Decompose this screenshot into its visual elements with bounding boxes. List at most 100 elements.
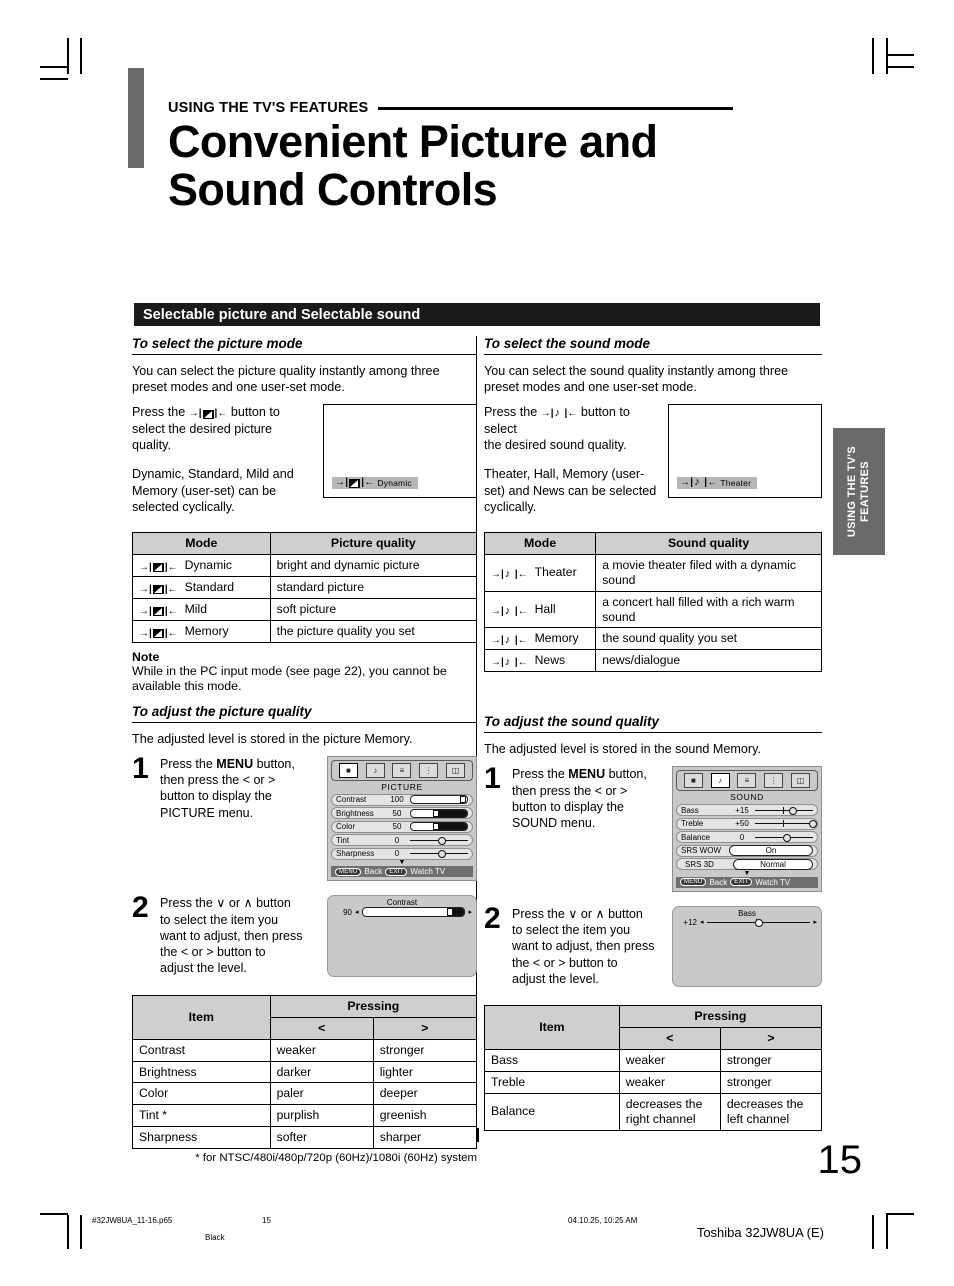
osd-row-tint[interactable]: Tint 0 — [331, 834, 473, 847]
osd-value-sharpness: 0 — [394, 849, 400, 859]
osd-slider-balance[interactable] — [755, 833, 813, 842]
osd-menu-key[interactable]: MENU — [680, 878, 707, 887]
picture-mode-col-quality: Picture quality — [269, 531, 478, 555]
osd-setup-tab-icon[interactable]: ⋮ — [419, 762, 439, 778]
sound-mode-icon: →| ♪ |← — [491, 656, 528, 669]
picture-cycle-l3: selected cyclically. — [132, 500, 235, 515]
pressing-item: Bass — [484, 1049, 620, 1073]
crop-mark-tr-h2 — [886, 54, 914, 56]
osd-popup-bass-row[interactable]: +12 ◂ ▸ — [677, 918, 817, 927]
osd-row-treble[interactable]: Treble +50 — [676, 817, 818, 830]
pressing-right: stronger — [719, 1049, 823, 1073]
osd-picture-tab-icon[interactable]: ■ — [338, 762, 358, 778]
osd-value-srs-3d[interactable]: Normal — [733, 858, 813, 870]
pressing-left: paler — [269, 1082, 374, 1106]
osd-label-srs-wow: SRS WOW — [681, 846, 721, 856]
picture-press-l3: quality. — [132, 438, 171, 453]
table-row: Treble weaker stronger — [484, 1071, 823, 1094]
osd-popup-contrast-row[interactable]: 90 ◂ ▸ — [332, 907, 472, 918]
osd-sound-tab-icon[interactable]: ♪ — [365, 762, 385, 778]
crop-mark-bl-v — [67, 1215, 69, 1249]
osd-setup-tab-icon[interactable]: ⋮ — [764, 773, 784, 789]
osd-row-brightness[interactable]: Brightness 50 — [331, 807, 473, 820]
sound-adjust-heading: To adjust the sound quality — [484, 714, 822, 734]
osd-chip-picture-mode: →| |← Dynamic — [332, 477, 418, 490]
sound-mode-col-mode: Mode — [483, 531, 597, 555]
osd-exit-key[interactable]: EXIT — [730, 878, 753, 887]
sound-step-1-text: Press the MENU button, then press the < … — [512, 766, 664, 892]
osd-back-label: Back — [364, 867, 383, 877]
osd-channel-tab-icon[interactable]: ≡ — [392, 762, 412, 778]
footer-timestamp: 04.10.25, 10:25 AM — [568, 1216, 638, 1225]
crop-mark-tr-v2 — [886, 38, 888, 74]
picture-mode-cell: →| |← Memory — [132, 619, 271, 643]
crop-mark-tr-h — [886, 66, 914, 68]
osd-row-bass[interactable]: Bass +15 — [676, 804, 818, 817]
picture-mode-table: Mode Picture quality →| |← Dynamic bright … — [132, 531, 478, 643]
osd-popup-bass-slider[interactable] — [706, 918, 811, 927]
osd-slider-bass[interactable] — [755, 806, 813, 815]
osd-function-tab-icon[interactable]: ◫ — [446, 762, 466, 778]
osd-value-srs-wow[interactable]: On — [729, 845, 813, 857]
osd-menu-key[interactable]: MENU — [335, 867, 362, 876]
osd-sound-tab-icon[interactable]: ♪ — [710, 773, 730, 789]
picture-mode-icon: →| |← — [139, 561, 178, 573]
picture-quality-cell: soft picture — [269, 597, 478, 621]
sound-step-1-body: Press the MENU button, then press the < … — [512, 766, 822, 892]
osd-popup-bass-value: +12 — [683, 917, 697, 927]
sound-step2-l2: to select the item you — [512, 923, 631, 938]
pressing-col-pressing: Pressing — [269, 994, 478, 1018]
sound-step2-l1: Press the ∨ or ∧ button — [512, 906, 643, 921]
pressing-item: Balance — [484, 1092, 620, 1131]
osd-row-contrast[interactable]: Contrast 100 — [331, 793, 473, 806]
pressing-item: Tint * — [132, 1104, 271, 1128]
picture-press-post: button to — [230, 405, 280, 420]
osd-value-color: 50 — [392, 822, 402, 832]
footer-color-plate: Black — [205, 1233, 225, 1242]
step2-l2: to select the item you — [160, 912, 279, 927]
pressing-col-right: > — [719, 1027, 823, 1051]
pressing-item: Sharpness — [132, 1126, 271, 1150]
picture-cycle-paragraph: Dynamic, Standard, Mild and Memory (user… — [132, 466, 313, 516]
osd-exit-key[interactable]: EXIT — [385, 867, 408, 876]
picture-mode-label: Memory — [184, 623, 229, 638]
osd-picture-tab-icon[interactable]: ■ — [683, 773, 703, 789]
sound-cycle-l3: cyclically. — [484, 500, 537, 515]
pressing-item: Brightness — [132, 1060, 271, 1084]
osd-popup-contrast-slider[interactable] — [361, 907, 466, 918]
osd-row-sharpness[interactable]: Sharpness 0 — [331, 847, 473, 860]
osd-row-balance[interactable]: Balance 0 — [676, 831, 818, 844]
table-header-row: Mode Sound quality — [483, 531, 822, 555]
table-row: Sharpness softer sharper — [132, 1126, 478, 1150]
pressing-col-pressing: Pressing — [618, 1005, 823, 1029]
step2-l3: want to adjust, then press — [160, 928, 303, 943]
left-arrow-icon: ◂ — [700, 919, 704, 927]
osd-channel-tab-icon[interactable]: ≡ — [737, 773, 757, 789]
osd-icon-bar: ■ ♪ ≡ ⋮ ◫ — [331, 759, 473, 781]
side-tab-using-tv-features: USING THE TV'S FEATURES — [833, 428, 885, 555]
sound-step2-l5: adjust the level. — [512, 971, 599, 986]
table-row: Color paler deeper — [132, 1082, 478, 1106]
osd-slider-sharpness[interactable] — [410, 850, 468, 859]
pressing-right: deeper — [372, 1082, 478, 1106]
osd-picture-title: PICTURE — [381, 781, 423, 792]
sound-step1-l3: button to display the — [512, 799, 624, 814]
osd-label-color: Color — [336, 822, 356, 832]
picture-chip-icon: →| |← — [335, 477, 375, 489]
step1-l1c: button, — [256, 756, 295, 771]
crop-mark-tl-h2 — [40, 78, 68, 80]
osd-slider-brightness[interactable] — [410, 808, 468, 818]
osd-row-srs-3d[interactable]: SRS 3D Normal — [676, 858, 818, 871]
section-heading-bar: Selectable picture and Selectable sound — [134, 303, 820, 326]
osd-slider-tint[interactable] — [410, 836, 468, 845]
osd-row-color[interactable]: Color 50 — [331, 820, 473, 833]
osd-slider-contrast[interactable] — [410, 795, 468, 805]
osd-slider-treble[interactable] — [755, 820, 817, 829]
osd-slider-color[interactable] — [410, 822, 468, 832]
osd-row-srs-wow[interactable]: SRS WOW On — [676, 844, 818, 857]
osd-function-tab-icon[interactable]: ◫ — [791, 773, 811, 789]
step1-l4: PICTURE menu. — [160, 805, 254, 820]
table-header-row: Mode Picture quality — [132, 531, 478, 555]
step2-l1: Press the ∨ or ∧ button — [160, 896, 291, 911]
table-row: →| |← Dynamic bright and dynamic picture — [132, 553, 478, 577]
